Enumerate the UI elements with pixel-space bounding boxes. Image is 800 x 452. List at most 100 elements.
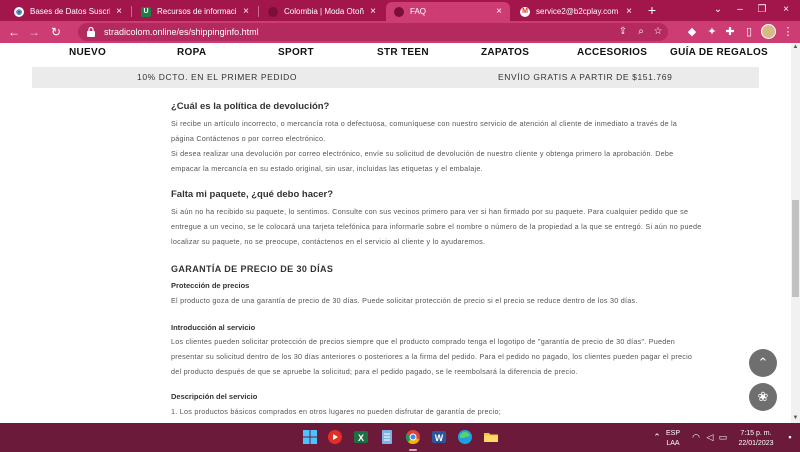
clock-time[interactable]: 7:15 p. m. — [734, 430, 778, 437]
active-app-indicator — [409, 449, 417, 451]
faq-text-line: del producto después de que se apruebe l… — [171, 367, 578, 376]
tab-faq[interactable]: FAQ × — [386, 2, 510, 21]
edge-icon[interactable] — [457, 429, 473, 445]
store-icon — [394, 6, 404, 17]
menu-item-guia-de-regalos[interactable]: GUÍA DE REGALOS — [670, 47, 768, 58]
word-icon[interactable]: W — [431, 429, 447, 445]
url-text: stradicolom.online/es/shippinginfo.html — [104, 27, 259, 37]
database-icon: ◉ — [14, 6, 24, 17]
faq-question-return-policy: ¿Cuál es la política de devolución? — [171, 101, 330, 112]
side-panel-icon[interactable]: ▯ — [741, 24, 757, 40]
u-logo-icon: U — [141, 6, 151, 17]
tab-label: FAQ — [410, 7, 427, 16]
file-explorer-icon[interactable] — [483, 429, 499, 445]
tab-label: service2@b2cplay.com | w — [536, 7, 620, 16]
main-menu: NUEVO ROPA SPORT STR TEEN ZAPATOS ACCESO… — [0, 47, 791, 67]
faq-text-line: entregue a un vecino, se le colocará una… — [171, 222, 702, 231]
menu-item-nuevo[interactable]: NUEVO — [69, 47, 106, 58]
reload-icon[interactable]: ↻ — [48, 24, 64, 40]
gmail-icon: M — [520, 6, 530, 17]
menu-item-accesorios[interactable]: ACCESORIOS — [577, 47, 647, 58]
subheading-price-protection: Protección de precios — [171, 281, 250, 290]
tab-label: Recursos de información — [157, 7, 238, 16]
volume-icon[interactable]: ◁ — [704, 432, 716, 443]
forward-icon[interactable]: → — [26, 24, 42, 40]
minimize-icon[interactable]: – — [730, 1, 750, 19]
close-icon[interactable]: × — [496, 6, 502, 17]
faq-text-line: 1. Los productos básicos comprados en ot… — [171, 407, 501, 416]
taskbar: X W ⌃ ESP LAA ◠ ◁ ▭ 7:15 p. m. 22/01/202… — [0, 423, 800, 452]
menu-item-zapatos[interactable]: ZAPATOS — [481, 47, 529, 58]
subheading-service-description: Descripción del servicio — [171, 392, 258, 401]
notepad-icon[interactable] — [379, 429, 395, 445]
faq-text-line: El producto goza de una garantía de prec… — [171, 296, 638, 305]
close-window-icon[interactable]: × — [776, 1, 796, 19]
scroll-up-icon[interactable]: ▲ — [791, 43, 800, 52]
lock-icon[interactable] — [86, 26, 96, 38]
extension-acrobat-icon[interactable]: ◆ — [684, 24, 700, 40]
scroll-to-top-button[interactable]: ⌃ — [749, 349, 777, 377]
tab-colombia-moda[interactable]: Colombia | Moda Otoño 20 × — [260, 2, 384, 21]
tab-gmail[interactable]: M service2@b2cplay.com | w × — [512, 2, 640, 21]
faq-text-line: página Contáctenos o por correo electrón… — [171, 134, 326, 143]
faq-text-line: Si aún no ha recibido su paquete, lo sen… — [171, 207, 689, 216]
youtube-music-icon[interactable] — [327, 429, 343, 445]
close-icon[interactable]: × — [370, 6, 376, 17]
menu-kebab-icon[interactable]: ⋮ — [780, 24, 796, 40]
tab-separator — [258, 6, 259, 17]
excel-icon[interactable]: X — [353, 429, 369, 445]
promo-free-shipping[interactable]: ENVÍIO GRATIS A PARTIR DE $151.769 — [498, 67, 672, 88]
windows-start-icon[interactable] — [302, 429, 318, 445]
faq-question-missing-package: Falta mi paquete, ¿qué debo hacer? — [171, 189, 334, 200]
zoom-icon[interactable]: ⌕ — [634, 25, 648, 39]
faq-text-line: localizar su paquete, no se preocupe, co… — [171, 237, 486, 246]
share-icon[interactable]: ⇪ — [616, 25, 630, 39]
promo-discount[interactable]: 10% DCTO. EN EL PRIMER PEDIDO — [137, 67, 297, 88]
tab-strip: ◉ Bases de Datos Suscripción × U Recurso… — [0, 0, 800, 21]
back-icon[interactable]: ← — [6, 24, 22, 40]
clock-date[interactable]: 22/01/2023 — [734, 440, 778, 447]
section-title-price-guarantee: GARANTÍA DE PRECIO DE 30 DÍAS — [171, 264, 334, 274]
faq-text-line: Si desea realizar una devolución por cor… — [171, 149, 674, 158]
scroll-down-icon[interactable]: ▼ — [791, 414, 800, 423]
close-icon[interactable]: × — [626, 6, 632, 17]
bookmark-star-icon[interactable]: ☆ — [651, 25, 665, 39]
browser-toolbar: ← → ↻ stradicolom.online/es/shippinginfo… — [0, 21, 800, 43]
new-tab-button[interactable]: + — [644, 2, 660, 18]
tab-separator — [131, 6, 132, 17]
scrollbar-thumb[interactable] — [792, 200, 799, 297]
svg-text:W: W — [435, 433, 444, 443]
wifi-icon[interactable]: ◠ — [690, 432, 702, 443]
faq-text-line: empacar la mercancía en su estado origin… — [171, 164, 483, 173]
promo-banner: 10% DCTO. EN EL PRIMER PEDIDO ENVÍIO GRA… — [32, 67, 759, 88]
tab-bases-de-datos[interactable]: ◉ Bases de Datos Suscripción × — [6, 2, 130, 21]
faq-text-line: Si recibe un artículo incorrecto, o merc… — [171, 119, 678, 128]
web-page: NUEVO ROPA SPORT STR TEEN ZAPATOS ACCESO… — [0, 43, 791, 423]
store-icon — [268, 6, 278, 17]
menu-item-str-teen[interactable]: STR TEEN — [377, 47, 429, 58]
chrome-icon[interactable] — [405, 429, 421, 445]
faq-text-line: presentar su solicitud dentro de los 30 … — [171, 352, 693, 361]
tab-recursos[interactable]: U Recursos de información × — [133, 2, 257, 21]
battery-icon[interactable]: ▭ — [717, 432, 729, 443]
address-bar[interactable]: stradicolom.online/es/shippinginfo.html … — [78, 23, 668, 41]
keyboard-layout-indicator[interactable]: LAA — [663, 440, 683, 447]
page-scrollbar[interactable]: ▲ ▼ — [791, 43, 800, 423]
language-indicator[interactable]: ESP — [663, 430, 683, 437]
pet-paw-icon[interactable]: ❀ — [749, 383, 777, 411]
tab-label: Bases de Datos Suscripción — [30, 7, 110, 16]
notifications-icon[interactable]: ▪ — [784, 432, 796, 442]
extensions-puzzle-icon[interactable]: ✚ — [722, 24, 738, 40]
faq-text-line: Los clientes pueden solicitar protección… — [171, 337, 676, 346]
menu-item-sport[interactable]: SPORT — [278, 47, 314, 58]
svg-text:X: X — [358, 433, 364, 443]
extension-pdf-icon[interactable]: ✦ — [704, 24, 720, 40]
menu-item-ropa[interactable]: ROPA — [177, 47, 206, 58]
close-icon[interactable]: × — [116, 6, 122, 17]
profile-avatar[interactable] — [761, 24, 776, 39]
close-icon[interactable]: × — [243, 6, 249, 17]
subheading-service-intro: Introducción al servicio — [171, 323, 256, 332]
restore-icon[interactable]: ❐ — [752, 1, 772, 19]
tab-search-icon[interactable]: ⌄ — [708, 1, 728, 19]
show-hidden-icons-icon[interactable]: ⌃ — [651, 432, 663, 443]
